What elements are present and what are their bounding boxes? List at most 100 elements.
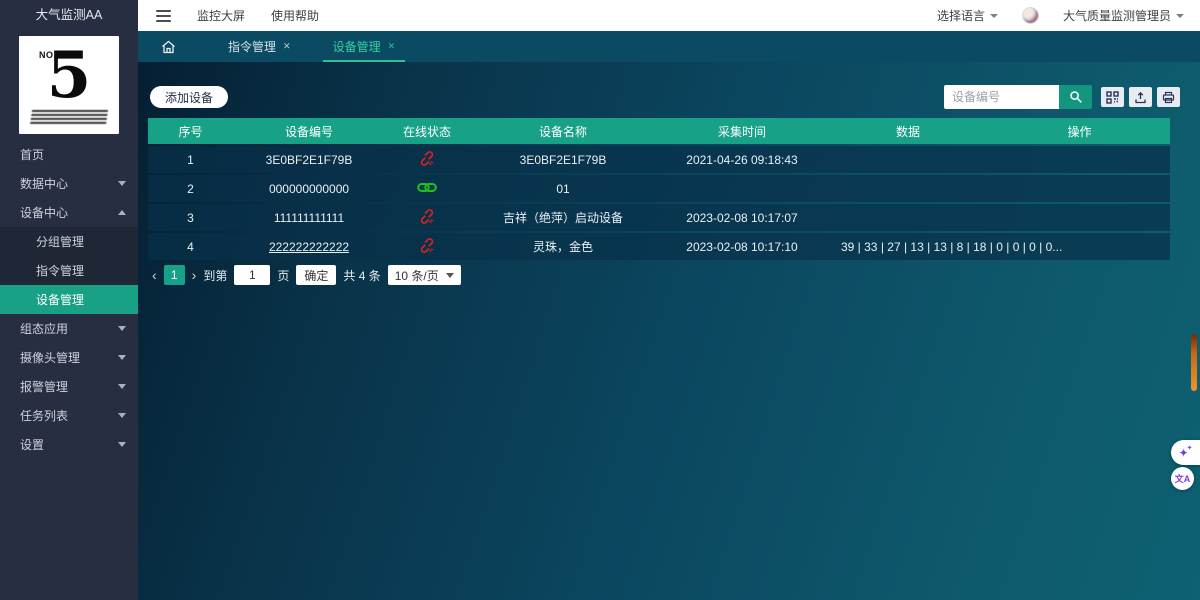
table-body: 1 3E0BF2E1F79B (148, 146, 1170, 260)
jump-prefix-label: 到第 (203, 267, 227, 284)
tab-command-management[interactable]: 指令管理 ✕ (216, 31, 303, 62)
tab-device-management[interactable]: 设备管理 ✕ (321, 31, 408, 62)
table-row[interactable]: 2 000000000000 (148, 175, 1170, 202)
sidebar-item-task-list[interactable]: 任务列表 (0, 401, 138, 430)
sidebar: 大气监测AA NO. 5 首页 数据中心 设备中心 分组管理 (0, 0, 138, 600)
cell-collect-time: 2021-04-26 09:18:43 (657, 146, 827, 173)
chevron-down-icon (118, 442, 126, 447)
tab-bar: 指令管理 ✕ 设备管理 ✕ (138, 31, 1200, 62)
header-index: 序号 (148, 118, 233, 144)
export-icon (1134, 91, 1147, 104)
page-number-button[interactable]: 1 (164, 265, 185, 285)
chevron-down-icon (118, 181, 126, 186)
close-icon[interactable]: ✕ (283, 41, 291, 52)
sidebar-item-label: 设备中心 (20, 204, 68, 221)
broken-link-icon (419, 242, 435, 256)
logo-number: 5 (19, 38, 119, 113)
language-label: 选择语言 (937, 7, 985, 24)
nav-item-monitor-screen[interactable]: 监控大屏 (197, 7, 245, 24)
sidebar-item-label: 摄像头管理 (20, 349, 80, 366)
sidebar-item-camera-management[interactable]: 摄像头管理 (0, 343, 138, 372)
sidebar-item-label: 报警管理 (20, 378, 68, 395)
cell-online-status (385, 146, 469, 173)
user-menu[interactable]: 大气质量监测管理员 (1063, 7, 1184, 24)
pagination: ‹ 1 › 到第 页 确定 共 4 条 10 条/页 (152, 265, 1180, 285)
sidebar-item-label: 分组管理 (36, 233, 84, 250)
chevron-down-icon (118, 384, 126, 389)
cell-index: 4 (148, 233, 233, 260)
cell-online-status (385, 204, 469, 231)
cell-device-number: 222222222222 (233, 233, 385, 260)
sidebar-item-alarm-management[interactable]: 报警管理 (0, 372, 138, 401)
search-input[interactable] (944, 85, 1059, 109)
broken-link-icon (419, 155, 435, 169)
cell-actions (989, 146, 1170, 173)
logo-glitch-decoration (30, 110, 108, 125)
export-button[interactable] (1129, 87, 1152, 107)
cell-device-number: 111111111111 (233, 204, 385, 231)
cell-online-status (385, 175, 469, 202)
print-button[interactable] (1157, 87, 1180, 107)
menu-collapse-icon[interactable] (156, 10, 171, 22)
jump-suffix-label: 页 (277, 267, 289, 284)
sidebar-item-device-center[interactable]: 设备中心 (0, 198, 138, 227)
table-row[interactable]: 1 3E0BF2E1F79B (148, 146, 1170, 173)
user-avatar[interactable] (1022, 7, 1039, 24)
chevron-down-icon (118, 326, 126, 331)
confirm-button[interactable]: 确定 (296, 265, 336, 285)
sidebar-item-device-management[interactable]: 设备管理 (0, 285, 138, 314)
page-size-label: 10 条/页 (395, 267, 439, 284)
home-icon (161, 40, 176, 54)
chevron-down-icon (1176, 14, 1184, 18)
cell-device-name: 灵珠，金色 (469, 233, 657, 260)
cell-index: 3 (148, 204, 233, 231)
table-row[interactable]: 3 111111111111 (148, 204, 1170, 231)
broken-link-icon (419, 213, 435, 227)
sidebar-item-label: 设备管理 (36, 291, 84, 308)
sidebar-menu: 首页 数据中心 设备中心 分组管理 指令管理 设备管理 (0, 140, 138, 459)
sidebar-item-label: 设置 (20, 436, 44, 453)
toolbar: 添加设备 (148, 85, 1180, 109)
translate-icon: 文A (1175, 472, 1191, 485)
ai-assistant-button[interactable]: ✦ ✦ (1171, 440, 1200, 465)
sidebar-item-label: 任务列表 (20, 407, 68, 424)
next-page-button[interactable]: › (192, 265, 197, 285)
sidebar-item-group-management[interactable]: 分组管理 (0, 227, 138, 256)
sidebar-item-scada-app[interactable]: 组态应用 (0, 314, 138, 343)
sidebar-item-command-management[interactable]: 指令管理 (0, 256, 138, 285)
cell-device-name: 01 (469, 175, 657, 202)
page-size-select[interactable]: 10 条/页 (388, 265, 461, 285)
app-title: 大气监测AA (0, 0, 138, 30)
translate-button[interactable]: 文A (1171, 467, 1194, 490)
device-table: 序号 设备编号 在线状态 设备名称 采集时间 数据 操作 1 3E0BF2E1F… (148, 116, 1170, 262)
header-collect-time: 采集时间 (657, 118, 827, 144)
nav-item-help[interactable]: 使用帮助 (271, 7, 319, 24)
sidebar-item-label: 指令管理 (36, 262, 84, 279)
sidebar-item-data-center[interactable]: 数据中心 (0, 169, 138, 198)
chevron-down-icon (118, 413, 126, 418)
header-device-name: 设备名称 (469, 118, 657, 144)
close-icon[interactable]: ✕ (388, 41, 396, 52)
search-button[interactable] (1059, 85, 1092, 109)
add-device-button[interactable]: 添加设备 (150, 86, 228, 108)
cell-collect-time: 2023-02-08 10:17:07 (657, 204, 827, 231)
header-actions: 操作 (989, 118, 1170, 144)
cell-device-number: 000000000000 (233, 175, 385, 202)
sparkles-icon: ✦ (1187, 445, 1193, 452)
chevron-up-icon (118, 210, 126, 215)
cell-device-name: 3E0BF2E1F79B (469, 146, 657, 173)
cell-data (827, 204, 989, 231)
tab-home-button[interactable] (138, 31, 198, 62)
language-selector[interactable]: 选择语言 (937, 7, 998, 24)
sidebar-item-home[interactable]: 首页 (0, 140, 138, 169)
qr-code-button[interactable] (1101, 87, 1124, 107)
table-row[interactable]: 4 222222222222 (148, 233, 1170, 260)
cell-actions (989, 175, 1170, 202)
prev-page-button[interactable]: ‹ (152, 265, 157, 285)
main-area: 监控大屏 使用帮助 选择语言 大气质量监测管理员 (138, 0, 1200, 600)
sidebar-item-settings[interactable]: 设置 (0, 430, 138, 459)
table-header-row: 序号 设备编号 在线状态 设备名称 采集时间 数据 操作 (148, 118, 1170, 144)
cell-data (827, 146, 989, 173)
page-jump-input[interactable] (234, 265, 270, 285)
scrollbar-thumb[interactable] (1191, 334, 1197, 391)
